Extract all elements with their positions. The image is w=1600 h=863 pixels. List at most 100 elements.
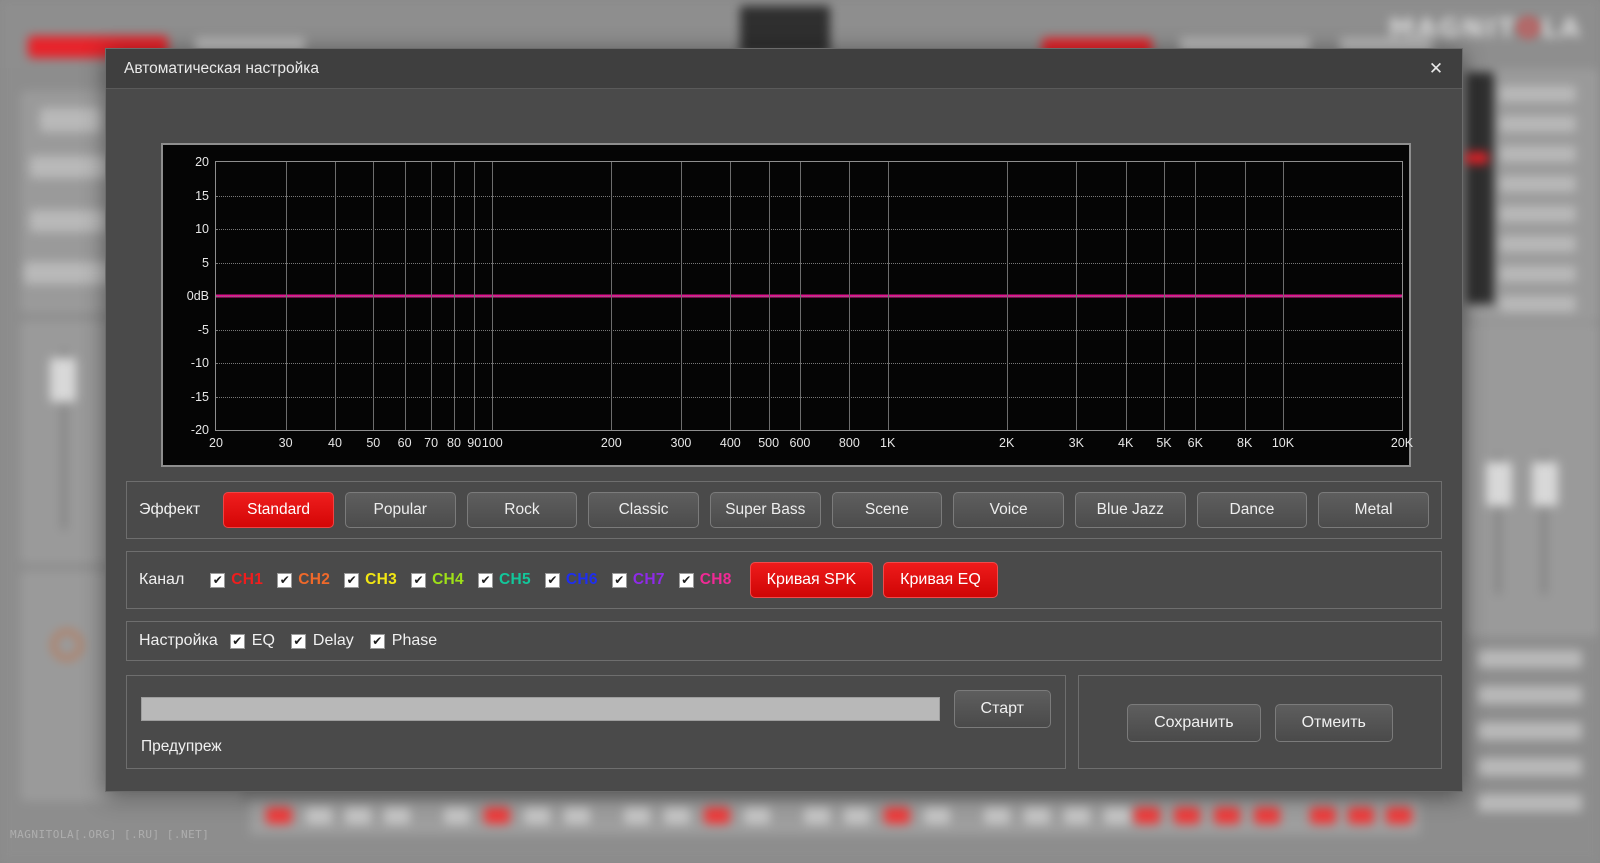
effect-preset-metal[interactable]: Metal [1318,492,1429,528]
chart-x-tick-label: 20K [1390,436,1414,450]
background-chip [444,807,470,824]
effect-preset-classic[interactable]: Classic [588,492,699,528]
chart-y-tick-label: -20 [190,423,209,437]
chart-y-tick-label: 0dB [186,289,209,303]
chart-y-tick-label: -5 [197,322,209,337]
chart-gridline-vertical [373,162,375,430]
background-chip [704,807,730,824]
chart-y-tick-label: 20 [195,155,209,169]
checkbox-ch2[interactable]: ✔ [277,572,293,588]
chart-y-tick-label: 5 [202,255,209,270]
chart-gridline-vertical [1244,162,1246,430]
checkbox-eq[interactable]: ✔ [229,633,245,649]
progress-bar [141,697,940,721]
channel-item-ch4[interactable]: ✔ CH4 [411,571,464,589]
background-grey-button [1478,686,1582,704]
channel-item-ch1[interactable]: ✔ CH1 [210,571,263,589]
effect-preset-super-bass[interactable]: Super Bass [709,492,821,528]
cancel-button[interactable]: Отмеить [1274,704,1393,742]
effect-preset-dance[interactable]: Dance [1196,492,1308,528]
background-chip [844,807,870,824]
background-red-marker [1464,152,1488,164]
background-grey-button [1478,722,1582,740]
chart-y-tick-label: -10 [190,356,209,370]
background-chip [1310,807,1336,824]
setting-item-phase[interactable]: ✔ Phase [369,632,437,650]
effect-preset-standard[interactable]: Standard [223,492,334,528]
close-icon[interactable]: ✕ [1410,49,1462,89]
checkbox-ch4[interactable]: ✔ [411,572,427,588]
chart-gridline-vertical [285,162,287,430]
chart-x-tick-label: 200 [600,436,622,450]
channel-item-ch7[interactable]: ✔ CH7 [611,571,665,589]
effect-preset-voice[interactable]: Voice [953,492,1064,528]
background-chip [524,807,550,824]
background-chip [564,807,590,824]
auto-tuning-dialog: Автоматическая настройка ✕ 20 15 10 5 0dB -5 -… [105,48,1463,792]
channel-item-ch3[interactable]: ✔ CH3 [344,571,397,589]
checkbox-ch3[interactable]: ✔ [344,572,360,588]
checkbox-delay[interactable]: ✔ [290,633,306,649]
logo-text-tail: LA [1541,14,1582,44]
channel-label: Канал [139,571,185,588]
effect-preset-list: Standard Popular Rock Classic Super Bass Scen… [212,492,1429,528]
chart-x-tick-label: 60 [397,436,412,450]
start-button[interactable]: Старт [953,690,1051,728]
background-chip [345,807,371,824]
site-watermark: MAGNITOLA[.ORG] [.RU] [.NET] [10,828,210,841]
channel-label-ch3: CH3 [365,571,398,588]
effect-preset-blue-jazz[interactable]: Blue Jazz [1074,492,1186,528]
checkbox-ch8[interactable]: ✔ [678,572,694,588]
logo-text-main: MAGNIT [1388,14,1518,44]
chart-gridline-horizontal [216,296,1402,297]
setting-label-eq: EQ [251,632,275,649]
chart-x-tick-label: 100 [481,436,503,450]
checkbox-ch1[interactable]: ✔ [210,572,226,588]
channel-label-ch8: CH8 [699,571,732,588]
background-chip [1104,807,1130,824]
chart-x-tick-label: 70 [424,436,439,450]
background-grey-button [1478,758,1582,776]
checkbox-phase[interactable]: ✔ [369,633,385,649]
setting-item-delay[interactable]: ✔ Delay [290,632,354,650]
chart-y-tick-label: -15 [190,389,209,404]
chart-x-tick-label: 500 [758,436,780,450]
chart-x-tick-label: 80 [447,436,461,450]
effect-preset-popular[interactable]: Popular [344,492,456,528]
channel-item-ch5[interactable]: ✔ CH5 [477,571,531,589]
chart-gridline-vertical [1163,162,1165,430]
chart-gridline-horizontal [216,396,1402,398]
effect-preset-rock[interactable]: Rock [466,492,578,528]
channel-label-ch2: CH2 [298,571,331,588]
checkbox-ch5[interactable]: ✔ [477,572,493,588]
progress-line: Старт [141,690,1051,728]
background-grey-button [1478,794,1582,812]
checkbox-ch6[interactable]: ✔ [544,572,560,588]
effect-label: Эффект [139,501,201,518]
chart-x-tick-label: 1K [880,436,896,450]
channel-item-ch2[interactable]: ✔ CH2 [277,571,330,589]
channel-item-ch6[interactable]: ✔ CH6 [544,571,598,589]
effect-preset-scene[interactable]: Scene [831,492,943,528]
checkbox-ch7[interactable]: ✔ [611,572,627,588]
background-chip [924,807,950,824]
curve-spk-button[interactable]: Кривая SPK [749,562,874,598]
dialog-title: Автоматическая настройка [124,59,320,77]
chart-gridline-vertical [799,162,801,430]
chart-gridline-vertical [1076,162,1078,430]
chart-gridline-vertical [768,162,770,430]
settings-checkbox-list: ✔ EQ ✔ Delay ✔ Phase [229,632,453,650]
channel-item-ch8[interactable]: ✔ CH8 [678,571,732,589]
background-chip [306,807,332,824]
background-chip [1254,807,1280,824]
eq-chart-plot-area[interactable]: 20 15 10 5 0dB -5 -10 -15 -20 20 30 40 50 60 70 80 90 100… [187,155,1413,450]
background-grey-button [1500,116,1576,132]
save-button[interactable]: Сохранить [1127,704,1261,742]
chart-gridline-vertical [680,162,682,430]
chart-x-tick-label: 800 [838,436,860,450]
setting-item-eq[interactable]: ✔ EQ [229,632,275,650]
background-dark-badge [740,6,830,54]
effect-row: Эффект Standard Popular Rock Classic Super B… [126,481,1442,539]
background-dark-strip [1466,72,1494,304]
curve-eq-button[interactable]: Кривая EQ [883,562,998,598]
